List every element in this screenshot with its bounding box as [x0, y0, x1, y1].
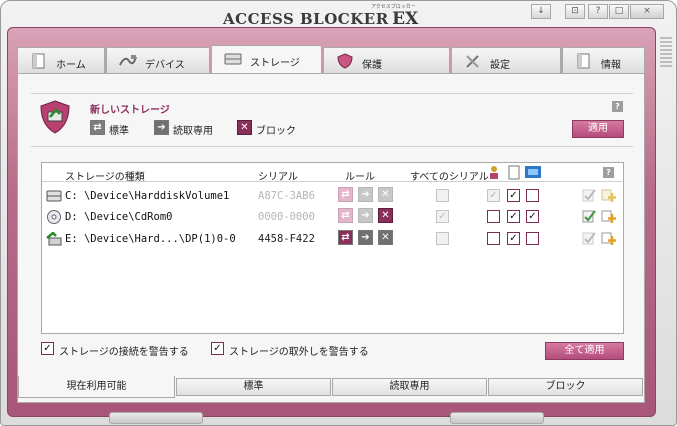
readonly-option-icon[interactable]: ➔ [154, 120, 169, 135]
drive-icon [224, 53, 242, 65]
document-checkbox[interactable]: ✓ [507, 232, 520, 245]
user-checkbox[interactable] [487, 232, 500, 245]
film-icon [525, 166, 541, 178]
add-rule-icon[interactable] [600, 187, 616, 203]
warn-connect-label[interactable]: ストレージの接続を警告する [59, 343, 189, 358]
tray-icon: ↓ [537, 6, 545, 16]
storage-name: E: \Device\Hard...\DP(1)0-0 [65, 233, 236, 245]
tab-currently-available[interactable]: 現在利用可能 [18, 376, 175, 398]
bottom-handle-left [109, 412, 203, 424]
storage-serial: 0000-0000 [258, 211, 315, 223]
storage-name: C: \Device\HarddiskVolume1 [65, 190, 230, 202]
rule-standard-icon[interactable]: ⇄ [338, 187, 353, 202]
maximize-icon: □ [614, 6, 624, 16]
tab-label: 保護 [362, 60, 382, 71]
user-checkbox[interactable] [487, 210, 500, 223]
document-checkbox[interactable]: ✓ [507, 210, 520, 223]
rule-block-icon[interactable]: ✕ [378, 208, 393, 223]
page-icon [32, 53, 45, 69]
tab-label: 情報 [601, 60, 621, 71]
standard-option-label[interactable]: 標準 [109, 122, 129, 137]
media-checkbox[interactable]: ✓ [526, 210, 539, 223]
camera-icon: ⊡ [571, 6, 579, 16]
minimize-to-tray-button[interactable]: ↓ [531, 4, 551, 19]
warn-remove-label[interactable]: ストレージの取外しを警告する [229, 343, 369, 358]
document-checkbox[interactable]: ✓ [507, 189, 520, 202]
standard-option-icon[interactable]: ⇄ [90, 120, 105, 135]
cable-icon [119, 55, 137, 66]
apply-check-icon[interactable] [581, 230, 597, 246]
rule-block-icon[interactable]: ✕ [378, 230, 393, 245]
logo-ex-text: EX [392, 9, 419, 29]
media-checkbox[interactable] [526, 189, 539, 202]
tab-label: ストレージ [250, 58, 300, 69]
tab-block[interactable]: ブロック [488, 378, 643, 396]
warn-remove-checkbox[interactable]: ✓ [211, 342, 224, 355]
apply-button[interactable]: 適用 [572, 120, 624, 138]
close-button[interactable]: × [630, 4, 664, 19]
help-button[interactable]: ? [588, 4, 608, 19]
tab-standard[interactable]: 標準 [176, 378, 331, 396]
info-page-icon [577, 53, 590, 69]
all-serial-checkbox[interactable]: ✓ [436, 210, 449, 223]
tab-storage[interactable]: ストレージ [211, 45, 322, 73]
storage-name: D: \Device\CdRom0 [65, 211, 173, 223]
harddisk-icon [46, 190, 62, 202]
apply-check-icon[interactable] [581, 208, 597, 224]
new-storage-title: 新しいストレージ [90, 105, 170, 116]
tab-protect[interactable]: 保護 [323, 47, 450, 73]
apply-all-button[interactable]: 全て適用 [545, 342, 624, 360]
add-rule-icon[interactable] [600, 230, 616, 246]
block-option-icon[interactable]: ✕ [237, 120, 252, 135]
add-rule-icon[interactable] [600, 208, 616, 224]
readonly-option-label[interactable]: 読取専用 [173, 122, 213, 137]
storage-serial: A87C-3AB6 [258, 190, 315, 202]
all-serial-checkbox[interactable] [436, 232, 449, 245]
apply-check-icon[interactable] [581, 187, 597, 203]
rule-standard-icon[interactable]: ⇄ [338, 208, 353, 223]
bottom-handle-right [450, 412, 544, 424]
warn-connect-checkbox[interactable]: ✓ [41, 342, 54, 355]
document-icon [508, 165, 520, 180]
app-window: ACCESS BLOCKER EX アクセスブロッカー Version 3.5 … [0, 0, 677, 426]
header-divider [42, 181, 622, 182]
user-checkbox[interactable]: ✓ [487, 189, 500, 202]
title-bar[interactable]: ACCESS BLOCKER EX アクセスブロッカー Version 3.5 … [1, 1, 677, 31]
tab-settings[interactable]: 設定 [451, 47, 561, 73]
media-checkbox[interactable] [526, 232, 539, 245]
tools-icon [466, 55, 479, 68]
close-icon: × [643, 6, 651, 16]
tab-devices[interactable]: デバイス [106, 47, 210, 73]
tab-label: デバイス [145, 60, 185, 71]
shield-icon [337, 53, 353, 69]
tab-readonly[interactable]: 読取専用 [332, 378, 487, 396]
rule-readonly-icon[interactable]: ➔ [358, 208, 373, 223]
cdrom-icon [47, 210, 61, 224]
logo-kana-text: アクセスブロッカー [371, 4, 416, 10]
storage-shield-icon [40, 100, 70, 134]
rule-readonly-icon[interactable]: ➔ [358, 230, 373, 245]
user-lock-icon [490, 166, 498, 179]
tab-label: 設定 [490, 60, 510, 71]
new-storage-help-icon[interactable]: ? [612, 101, 623, 112]
all-serial-checkbox[interactable] [436, 189, 449, 202]
snapshot-button[interactable]: ⊡ [565, 4, 585, 19]
tab-info[interactable]: 情報 [562, 47, 645, 73]
storage-list [41, 162, 624, 334]
rule-readonly-icon[interactable]: ➔ [358, 187, 373, 202]
help-icon: ? [595, 6, 601, 16]
usb-drive-icon [46, 232, 62, 246]
list-help-icon[interactable]: ? [603, 167, 614, 178]
storage-serial: 4458-F422 [258, 233, 315, 245]
app-logo: ACCESS BLOCKER EX アクセスブロッカー Version 3.5 … [223, 4, 419, 31]
rule-standard-icon[interactable]: ⇄ [338, 230, 353, 245]
tab-home[interactable]: ホーム [17, 47, 105, 73]
block-option-label[interactable]: ブロック [256, 122, 296, 137]
tab-label: ホーム [56, 60, 86, 71]
maximize-button[interactable]: □ [609, 4, 629, 19]
rule-block-icon[interactable]: ✕ [378, 187, 393, 202]
